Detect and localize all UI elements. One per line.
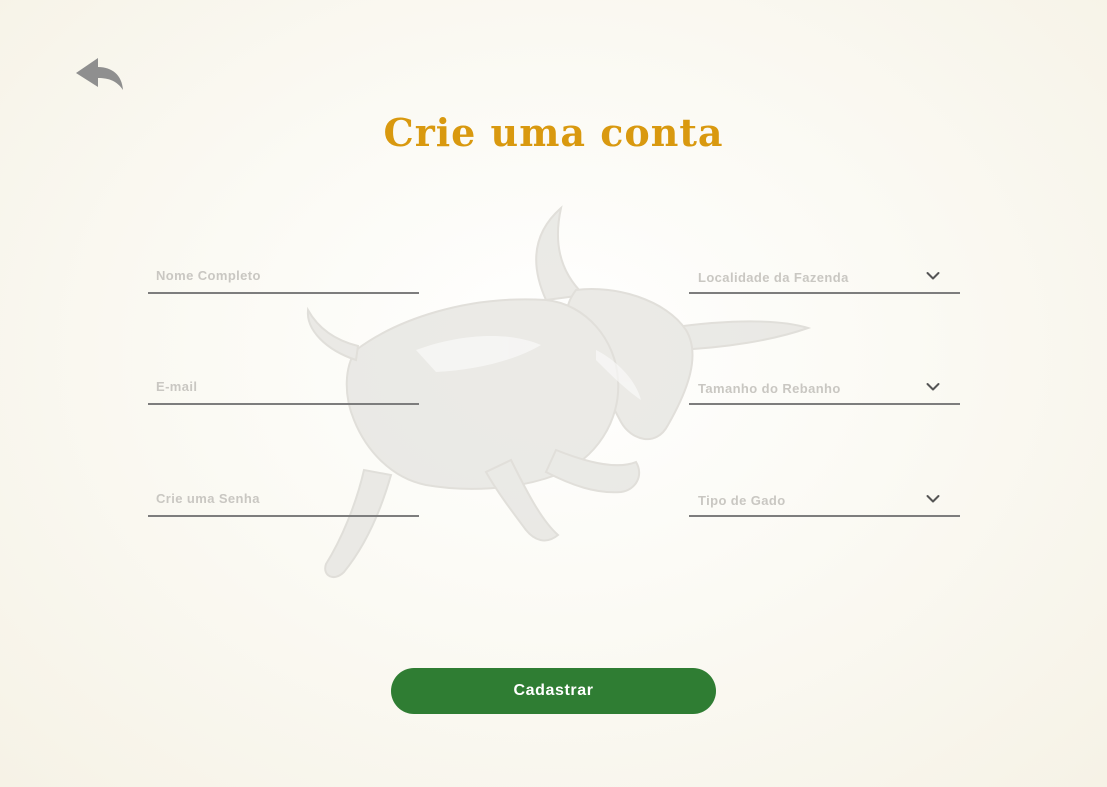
cattle-type-select[interactable]: Tipo de Gado [689,485,960,517]
full-name-input[interactable] [156,268,386,283]
back-button[interactable] [74,56,126,94]
farm-location-select[interactable]: Localidade da Fazenda [689,262,960,294]
chevron-down-icon [926,383,940,391]
email-field [148,373,419,405]
chevron-down-icon [926,495,940,503]
reply-arrow-icon [76,58,123,90]
register-button[interactable]: Cadastrar [391,668,716,714]
herd-size-select[interactable]: Tamanho do Rebanho [689,373,960,405]
chevron-down-icon [926,272,940,280]
farm-location-label: Localidade da Fazenda [698,270,849,285]
password-field [148,485,419,517]
cattle-type-label: Tipo de Gado [698,493,786,508]
email-input[interactable] [156,379,386,394]
password-input[interactable] [156,491,386,506]
herd-size-label: Tamanho do Rebanho [698,381,841,396]
page-title: Crie uma conta [383,110,724,155]
full-name-field [148,262,419,294]
